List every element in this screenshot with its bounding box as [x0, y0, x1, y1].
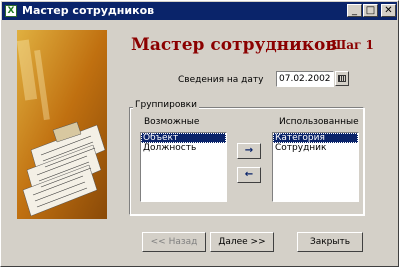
next-button[interactable]: Далее >> [210, 232, 274, 252]
available-list[interactable]: Объект Должность [140, 132, 227, 202]
list-item[interactable]: Категория [273, 133, 358, 143]
calendar-icon [338, 75, 346, 82]
used-label: Использованные [279, 117, 359, 127]
list-item[interactable]: Должность [141, 143, 226, 153]
date-label: Сведения на дату [178, 75, 264, 85]
excel-icon: X [5, 5, 17, 17]
title-bar[interactable]: X Мастер сотрудников _ □ ✕ [2, 2, 397, 20]
move-left-button[interactable]: ← [237, 167, 261, 183]
list-item[interactable]: Сотрудник [273, 143, 358, 153]
arrow-right-icon: → [244, 145, 254, 156]
window-title: Мастер сотрудников [22, 4, 155, 17]
date-input[interactable]: 07.02.2002 [276, 71, 334, 87]
close-button[interactable]: Закрыть [297, 232, 363, 252]
list-item[interactable]: Объект [141, 133, 226, 143]
close-window-button[interactable]: ✕ [381, 4, 396, 17]
step-indicator: Шаг 1 [331, 38, 374, 52]
wizard-heading: Мастер сотрудников [131, 35, 338, 55]
minimize-button[interactable]: _ [347, 4, 362, 17]
groupings-title: Группировки [133, 100, 199, 110]
wizard-window: X Мастер сотрудников _ □ ✕ Мастер сотруд… [0, 0, 399, 267]
used-list[interactable]: Категория Сотрудник [272, 132, 359, 202]
calendar-button[interactable] [335, 71, 349, 86]
maximize-button[interactable]: □ [363, 4, 378, 17]
wizard-side-image [17, 30, 107, 219]
back-button[interactable]: << Назад [142, 232, 206, 252]
available-label: Возможные [144, 117, 200, 127]
arrow-left-icon: ← [244, 169, 254, 180]
move-right-button[interactable]: → [237, 143, 261, 159]
